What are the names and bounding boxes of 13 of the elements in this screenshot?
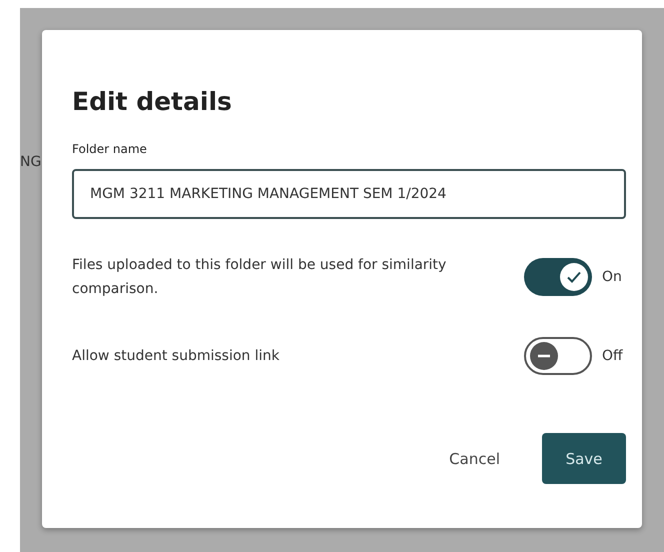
dialog-title: Edit details bbox=[72, 86, 233, 118]
checkmark-icon bbox=[560, 263, 588, 291]
background-text: NG bbox=[20, 154, 42, 170]
toggle-label: Files uploaded to this folder will be used for similarity comparison. bbox=[72, 256, 448, 299]
save-button[interactable]: Save bbox=[542, 433, 626, 484]
toggle-switch[interactable] bbox=[524, 337, 592, 375]
minus-icon bbox=[530, 342, 558, 370]
folder-name-field[interactable]: MGM 3211 MARKETING MANAGEMENT SEM 1/2024 bbox=[72, 169, 626, 219]
toggle-switch[interactable] bbox=[524, 258, 592, 296]
toggle-label: Allow student submission link bbox=[72, 347, 280, 366]
toggle-state-text: Off bbox=[602, 348, 623, 364]
field-label: Folder name bbox=[72, 142, 148, 156]
toggle-state-text: On bbox=[602, 269, 622, 285]
